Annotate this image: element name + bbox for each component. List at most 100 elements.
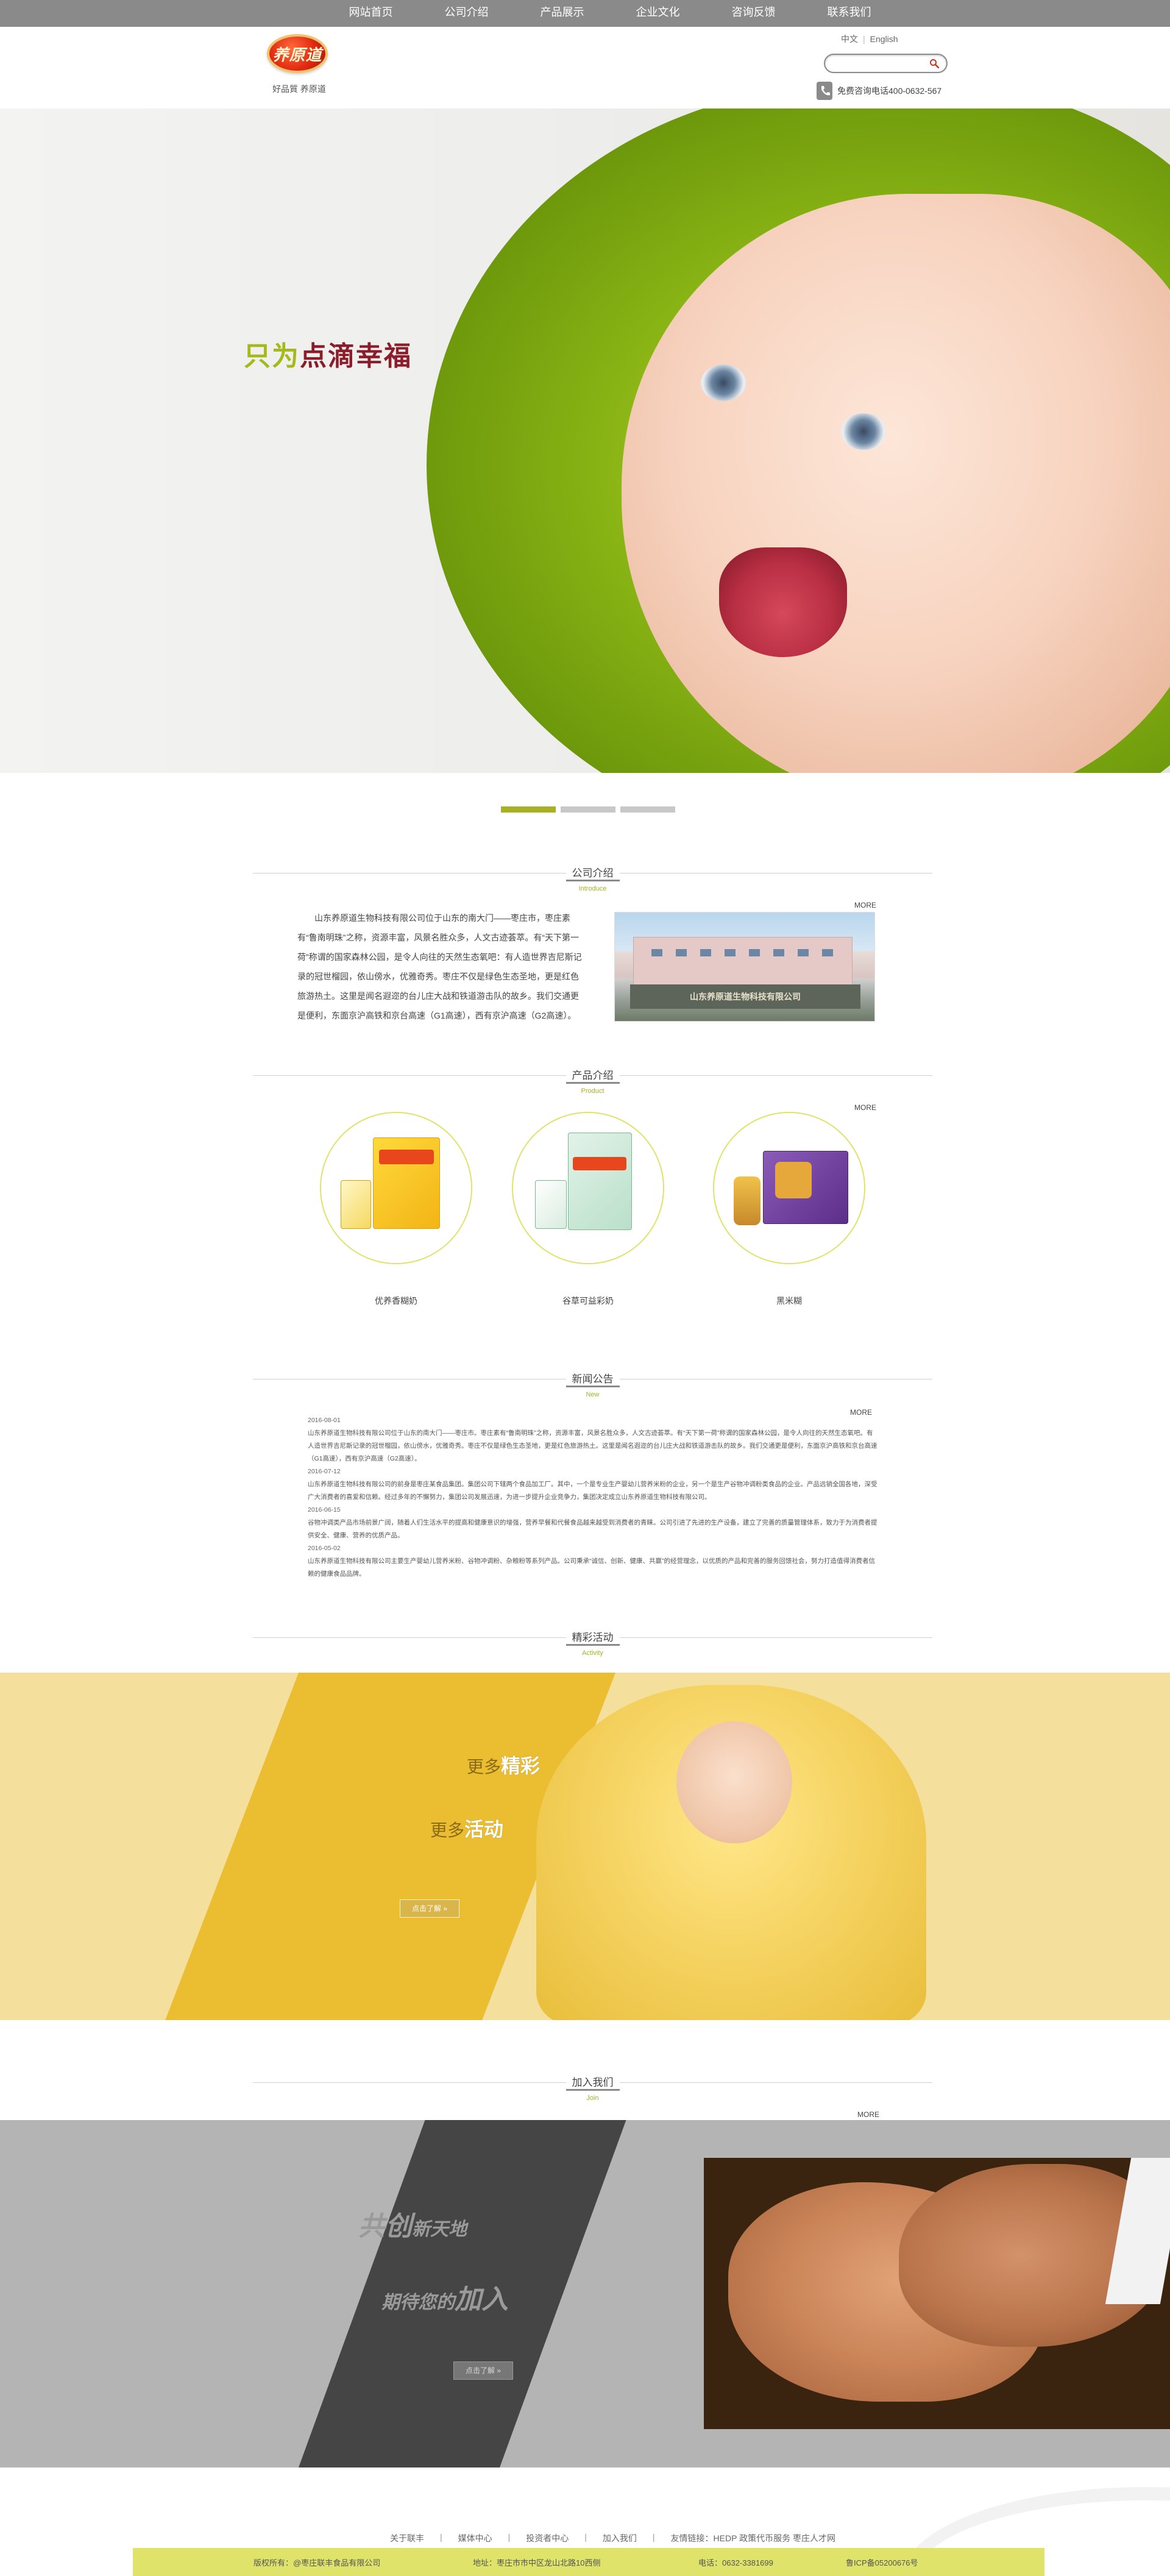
footer-link-about[interactable]: 关于联丰 (390, 2532, 424, 2544)
page: 网站首页 公司介绍 产品展示 企业文化 咨询反馈 联系我们 养原道 好品質 养原… (0, 0, 1170, 2576)
activity-line-1-small: 更多 (467, 1757, 502, 1777)
window (749, 949, 760, 956)
logo-badge: 养原道 (267, 34, 328, 73)
nav-culture[interactable]: 企业文化 (610, 0, 706, 27)
intro-text: 山东养原道生物科技有限公司位于山东的南大门——枣庄市，枣庄素有“鲁南明珠”之称，… (297, 913, 582, 1020)
top-nav: 网站首页 公司介绍 产品展示 企业文化 咨询反馈 联系我们 (0, 0, 1170, 27)
activity-line-1: 更多精彩 (467, 1751, 540, 1779)
footer-tel: 电话：0632-3381699 (698, 2558, 773, 2567)
hero-title: 只为点滴幸福 (244, 334, 412, 373)
window (798, 949, 809, 956)
join-line-2-small: 期待您的 (381, 2292, 455, 2313)
section-subtitle: Activity (582, 1649, 603, 1657)
footer-link-join[interactable]: 加入我们 (603, 2532, 637, 2544)
slider-dots (501, 806, 680, 813)
baby-mouth (719, 547, 847, 657)
phone-icon (817, 82, 832, 100)
phone-contact: 免费咨询电话400-0632-567 (817, 82, 941, 100)
window (773, 949, 784, 956)
join-line-1-big: 共创 (358, 2211, 412, 2242)
hero-title-green: 只为 (244, 341, 300, 372)
intro-more-link[interactable]: MORE (854, 901, 876, 909)
footer-link-friends[interactable]: 友情链接：HEDP 政策代币服务 枣庄人才网 (671, 2532, 835, 2544)
product-card-1[interactable] (320, 1112, 472, 1264)
logo-slogan: 好品質 养原道 (272, 84, 326, 94)
footer-separator: | (508, 2532, 511, 2542)
news-item[interactable]: 2016-07-12 山东养原道生物科技有限公司的前身是枣庄某食品集团。集团公司… (308, 1465, 878, 1504)
phone-text: 免费咨询电话400-0632-567 (837, 86, 942, 96)
window (822, 949, 833, 956)
hero-banner[interactable]: 只为点滴幸福 (0, 109, 1170, 773)
activity-line-1-big: 精彩 (501, 1754, 541, 1777)
section-title: 新闻公告 (566, 1370, 620, 1387)
news-text: 山东养原道生物科技有限公司的前身是枣庄某食品集团。集团公司下辖两个食品加工厂。其… (308, 1481, 878, 1501)
product-label (379, 1150, 434, 1164)
product-card-2[interactable] (512, 1112, 664, 1264)
footer-bar: 版权所有：@枣庄联丰食品有限公司 地址：枣庄市市中区龙山北路10西侧 电话：06… (133, 2548, 1044, 2576)
nav-feedback[interactable]: 咨询反馈 (706, 0, 801, 27)
lang-chinese[interactable]: 中文 (841, 34, 858, 44)
product-label (573, 1157, 626, 1170)
baby-eye-left (701, 365, 746, 401)
footer-link-investors[interactable]: 投资者中心 (526, 2532, 569, 2544)
window (676, 949, 687, 956)
join-learn-more-button[interactable]: 点击了解 » (453, 2361, 513, 2380)
product-name[interactable]: 谷草可益彩奶 (512, 1295, 664, 1307)
news-text: 山东养原道生物科技有限公司位于山东的南大门——枣庄市。枣庄素有“鲁南明珠”之称，… (308, 1429, 878, 1462)
hero-title-red: 点滴幸福 (300, 341, 412, 372)
products-more-link[interactable]: MORE (854, 1103, 876, 1112)
search-icon[interactable] (929, 59, 939, 68)
section-subtitle: Join (586, 2094, 599, 2102)
product-box (568, 1133, 632, 1230)
product-name[interactable]: 黑米糊 (713, 1295, 865, 1307)
news-item[interactable]: 2016-06-15 谷物冲调类产品市场前景广阔，随着人们生活水平的提高和健康意… (308, 1504, 878, 1542)
footer-link-media[interactable]: 媒体中心 (458, 2532, 492, 2544)
section-title: 精彩活动 (566, 1629, 620, 1646)
lang-separator: | (863, 34, 865, 44)
product-name[interactable]: 优养香糊奶 (320, 1295, 472, 1307)
slider-dot[interactable] (501, 806, 556, 813)
section-title: 加入我们 (566, 2074, 620, 2091)
section-subtitle: New (586, 1391, 600, 1398)
news-text: 山东养原道生物科技有限公司主要生产婴幼儿营养米粉、谷物冲调粉、杂粮粉等系列产品。… (308, 1557, 875, 1578)
join-line-1-small: 新天地 (412, 2219, 467, 2240)
section-title: 产品介绍 (566, 1067, 620, 1084)
activity-baby-face (676, 1721, 792, 1843)
company-sign: 山东养原道生物科技有限公司 (630, 984, 860, 1009)
join-more-link[interactable]: MORE (857, 2110, 879, 2119)
footer-icp[interactable]: 鲁ICP备05200676号 (846, 2556, 918, 2568)
news-text: 谷物冲调类产品市场前景广阔，随着人们生活水平的提高和健康意识的增强，营养早餐和代… (308, 1519, 878, 1539)
hero-baby-face (622, 194, 1170, 773)
nav-home[interactable]: 网站首页 (323, 0, 419, 27)
lang-english[interactable]: English (870, 34, 898, 44)
join-line-2-big: 加入 (455, 2284, 508, 2315)
slider-dot[interactable] (620, 806, 675, 813)
logo[interactable]: 养原道 (262, 34, 332, 74)
nav-contact[interactable]: 联系我们 (801, 0, 897, 27)
search-input[interactable] (832, 58, 924, 69)
news-date: 2016-08-01 (308, 1417, 341, 1424)
footer-links: 关于联丰 | 媒体中心 | 投资者中心 | 加入我们 | 友情链接：HEDP 政策代币服… (390, 2532, 835, 2544)
news-date: 2016-06-15 (308, 1506, 341, 1514)
news-list: 2016-08-01 山东养原道生物科技有限公司位于山东的南大门——枣庄市。枣庄… (308, 1414, 878, 1581)
activity-line-2-big: 活动 (464, 1818, 504, 1841)
building (633, 937, 853, 986)
footer-separator: | (440, 2532, 442, 2542)
news-item[interactable]: 2016-08-01 山东养原道生物科技有限公司位于山东的南大门——枣庄市。枣庄… (308, 1414, 878, 1465)
slider-dot[interactable] (561, 806, 615, 813)
news-item[interactable]: 2016-05-02 山东养原道生物科技有限公司主要生产婴幼儿营养米粉、谷物冲调… (308, 1542, 878, 1581)
activity-learn-more-button[interactable]: 点击了解 » (400, 1899, 459, 1918)
baby-eye-right (841, 413, 886, 450)
product-card-3[interactable] (713, 1112, 865, 1264)
footer-separator: | (652, 2532, 655, 2542)
logo-text: 养原道 (272, 46, 322, 65)
nav-products[interactable]: 产品展示 (514, 0, 610, 27)
section-subtitle: Product (581, 1087, 604, 1095)
product-sachet (535, 1180, 567, 1229)
footer-copyright: 版权所有：@枣庄联丰食品有限公司 (254, 2558, 381, 2567)
window (700, 949, 711, 956)
join-line-1: 共创新天地 (358, 2204, 467, 2243)
join-banner: 共创新天地 期待您的加入 点击了解 » (0, 2120, 1170, 2467)
news-date: 2016-05-02 (308, 1545, 341, 1552)
nav-about[interactable]: 公司介绍 (419, 0, 514, 27)
